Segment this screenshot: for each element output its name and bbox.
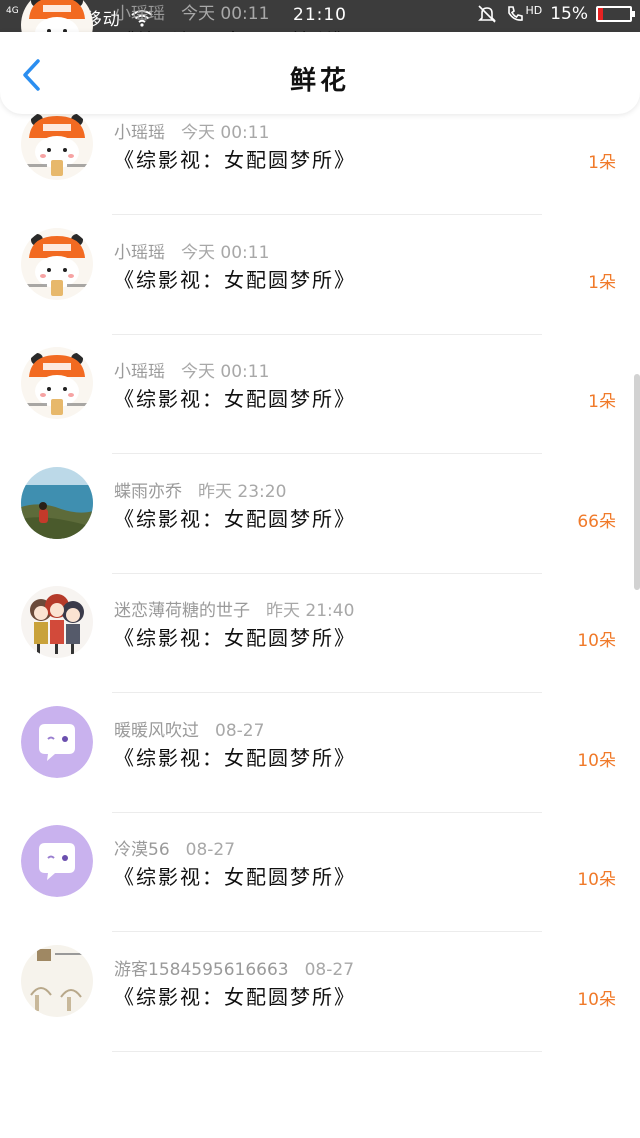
flower-count: 10朵 xyxy=(577,870,616,890)
chat-bubble-avatar[interactable] xyxy=(21,705,93,778)
book-title[interactable]: 《综影视：女配圆梦所》 xyxy=(114,981,356,1010)
nav-header: 鲜花 xyxy=(0,32,640,114)
book-title[interactable]: 《综影视：女配圆梦所》 xyxy=(114,742,356,771)
timestamp: 08-27 xyxy=(304,959,355,980)
page-title: 鲜花 xyxy=(289,66,350,96)
book-title[interactable]: 《综影视：女配圆梦所》 xyxy=(114,861,356,890)
flower-count: 1朵 xyxy=(588,392,616,412)
username[interactable]: 小瑶瑶 xyxy=(114,123,165,143)
name-line: 游客15845956​16663 08-27 xyxy=(114,955,354,980)
name-line: 小瑶瑶 今天 00:11 xyxy=(114,118,269,143)
flower-count: 10朵 xyxy=(577,750,616,771)
list-item[interactable]: 蝶雨亦乔 昨天 23:20 《综影视：女配圆梦所》 66朵 xyxy=(0,455,640,575)
flower-count: 1朵 xyxy=(588,272,616,293)
name-line: 蝶雨亦乔 昨天 23:20 xyxy=(114,477,286,502)
scrollbar[interactable] xyxy=(634,374,640,590)
timestamp: 08-27 xyxy=(215,720,265,741)
panda-girl-avatar[interactable] xyxy=(21,347,93,419)
sketch-avatar[interactable] xyxy=(21,944,93,1017)
username[interactable]: 小瑶瑶 xyxy=(114,243,165,263)
book-title[interactable]: 《综影视：女配圆梦所》 xyxy=(114,622,356,651)
list-item[interactable]: 小瑶瑶今天 00:11《综影视：女配圆梦所》 1朵 xyxy=(0,96,640,216)
timestamp: 今天 00:11 xyxy=(181,362,270,382)
timestamp: 今天 00:11 xyxy=(181,242,270,263)
flower-count: 66朵 xyxy=(577,511,616,532)
list-item[interactable]: 迷恋薄荷糖的世子 昨天 21:40 《综影视：女配圆梦所》 10朵 xyxy=(0,574,640,694)
username[interactable]: 蝶雨亦乔 xyxy=(114,482,182,502)
timestamp: 08-27 xyxy=(185,840,236,860)
list-item[interactable]: 小瑶瑶今天 00:11《综影视：女配圆梦所》 1朵 xyxy=(0,216,640,336)
name-line: 暖暖风吹过 08-27 xyxy=(114,716,264,741)
list-item[interactable]: 暖暖风吹过 08-27 《综影视：女配圆梦所》 10朵 xyxy=(0,694,640,814)
name-line: 冷漠56 08-27 xyxy=(114,835,235,860)
list-item[interactable]: 小瑶瑶今天 00:11《综影视：女配圆梦所》 1朵 xyxy=(0,335,640,455)
list-item[interactable]: 游客15845956​16663 08-27 《综影视：女配圆梦所》 10朵 xyxy=(0,933,640,1053)
anime-girls-avatar[interactable] xyxy=(21,586,93,658)
chat-bubble-avatar[interactable] xyxy=(21,825,93,897)
name-line: 小瑶瑶 今天 00:11 xyxy=(114,0,269,24)
list-item[interactable]: 冷漠56 08-27 《综影视：女配圆梦所》 10朵 xyxy=(0,813,640,933)
flower-count: 10朵 xyxy=(577,989,616,1010)
timestamp: 今天 00:11 xyxy=(181,123,270,143)
username[interactable]: 冷漠56 xyxy=(114,840,170,860)
username[interactable]: 迷恋薄荷糖的世子 xyxy=(114,601,250,621)
book-title[interactable]: 《综影视：女配圆梦所》 xyxy=(114,383,356,412)
book-title[interactable]: 《综影视：女配圆梦所》 xyxy=(114,264,356,293)
name-line: 迷恋薄荷糖的世子 昨天 21:40 xyxy=(114,596,354,621)
lake-photo-avatar[interactable] xyxy=(21,466,93,539)
divider xyxy=(112,1050,542,1052)
panda-girl-avatar[interactable] xyxy=(21,108,93,180)
username[interactable]: 小瑶瑶 xyxy=(114,362,165,382)
username[interactable]: 小瑶瑶 xyxy=(114,4,165,24)
name-line: 小瑶瑶 今天 00:11 xyxy=(114,238,269,263)
timestamp: 今天 00:11 xyxy=(181,3,270,24)
book-title[interactable]: 《综影视：女配圆梦所》 xyxy=(114,503,356,532)
book-title[interactable]: 《综影视：女配圆梦所》 xyxy=(114,144,356,173)
panda-girl-avatar[interactable] xyxy=(21,227,93,300)
timestamp: 昨天 23:20 xyxy=(198,481,287,502)
timestamp: 昨天 21:40 xyxy=(266,601,355,621)
name-line: 小瑶瑶 今天 00:11 xyxy=(114,357,269,382)
flower-count: 1朵 xyxy=(588,153,616,173)
username[interactable]: 暖暖风吹过 xyxy=(114,721,199,741)
username[interactable]: 游客15845956​16663 xyxy=(114,960,289,980)
flower-count: 10朵 xyxy=(577,631,616,651)
